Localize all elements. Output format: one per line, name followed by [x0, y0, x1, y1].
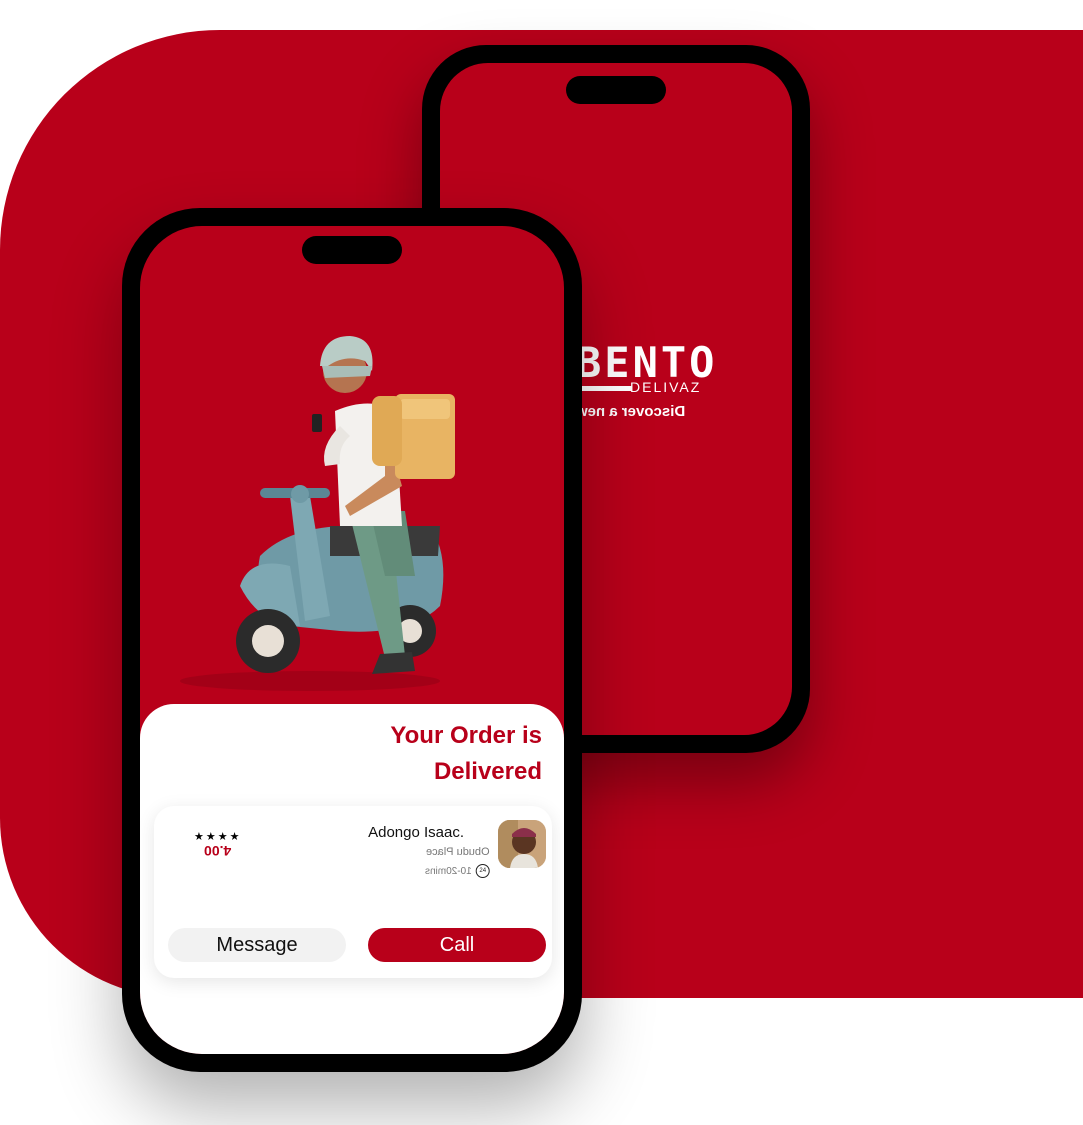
driver-card: ★★★★ 4.00 Adongo Isaac. Obudu Place 24 1…	[154, 806, 552, 978]
logo-main-text: BENTO	[576, 338, 718, 387]
driver-location: Obudu Place	[426, 846, 490, 858]
eta-text: 10-20mins	[425, 865, 472, 877]
driver-name: Adongo Isaac.	[368, 824, 464, 841]
clock-icon: 24	[476, 864, 490, 878]
driver-avatar[interactable]	[498, 820, 546, 868]
logo-underline	[576, 386, 632, 391]
bento-logo: BENTO DELIVAZ	[576, 338, 736, 395]
message-button[interactable]: Message	[168, 928, 346, 962]
call-button[interactable]: Call	[368, 928, 546, 962]
dynamic-island	[566, 76, 666, 104]
order-status-title: Your Order is Delivered	[390, 722, 542, 785]
courier-scooter-illustration	[180, 336, 455, 691]
avatar-portrait	[498, 820, 546, 868]
logo-sub-text: DELIVAZ	[630, 379, 702, 395]
driver-eta: 24 10-20mins	[425, 864, 490, 878]
star-rating-icon: ★★★★	[194, 831, 242, 843]
rating-value: 4.00	[204, 843, 232, 859]
phone-mockup-delivery: Your Order is Delivered ★★★★ 4.00 Adongo…	[122, 208, 582, 1072]
order-sheet: Your Order is Delivered ★★★★ 4.00 Adongo…	[140, 704, 564, 1054]
driver-rating: ★★★★ 4.00	[194, 830, 241, 861]
delivery-screen: Your Order is Delivered ★★★★ 4.00 Adongo…	[140, 226, 564, 1054]
splash-tagline: Discover a new	[576, 403, 686, 420]
